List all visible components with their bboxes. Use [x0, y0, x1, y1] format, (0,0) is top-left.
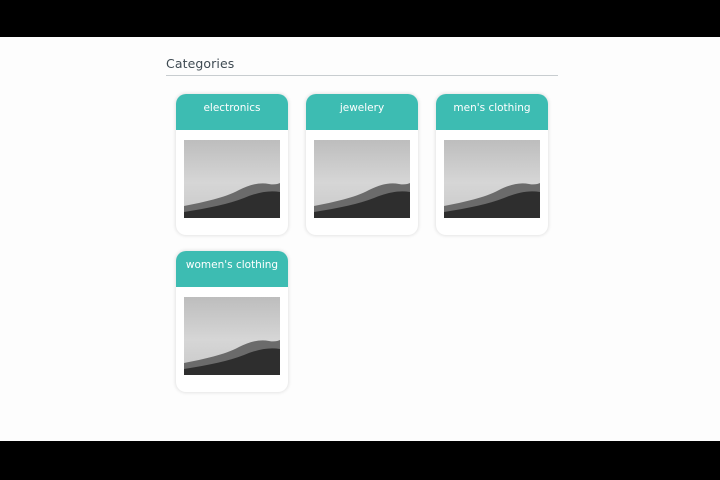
card-header: jewelery [306, 94, 418, 130]
page-title: Categories [166, 56, 235, 71]
letterbox-bottom [0, 441, 720, 480]
category-image [314, 140, 410, 218]
category-image [444, 140, 540, 218]
category-card-mens-clothing[interactable]: men's clothing [436, 94, 548, 235]
category-image [184, 140, 280, 218]
card-header: men's clothing [436, 94, 548, 130]
category-name: women's clothing [185, 259, 279, 271]
card-header: women's clothing [176, 251, 288, 287]
letterbox-top [0, 0, 720, 37]
category-name: jewelery [339, 102, 385, 114]
category-name: men's clothing [453, 102, 531, 114]
card-header: electronics [176, 94, 288, 130]
category-image [184, 297, 280, 375]
category-card-electronics[interactable]: electronics [176, 94, 288, 235]
categories-page: Categories electronics jewelery men's cl… [0, 37, 720, 441]
category-name: electronics [203, 102, 261, 114]
category-card-womens-clothing[interactable]: women's clothing [176, 251, 288, 392]
category-card-jewelery[interactable]: jewelery [306, 94, 418, 235]
title-divider [166, 75, 558, 76]
